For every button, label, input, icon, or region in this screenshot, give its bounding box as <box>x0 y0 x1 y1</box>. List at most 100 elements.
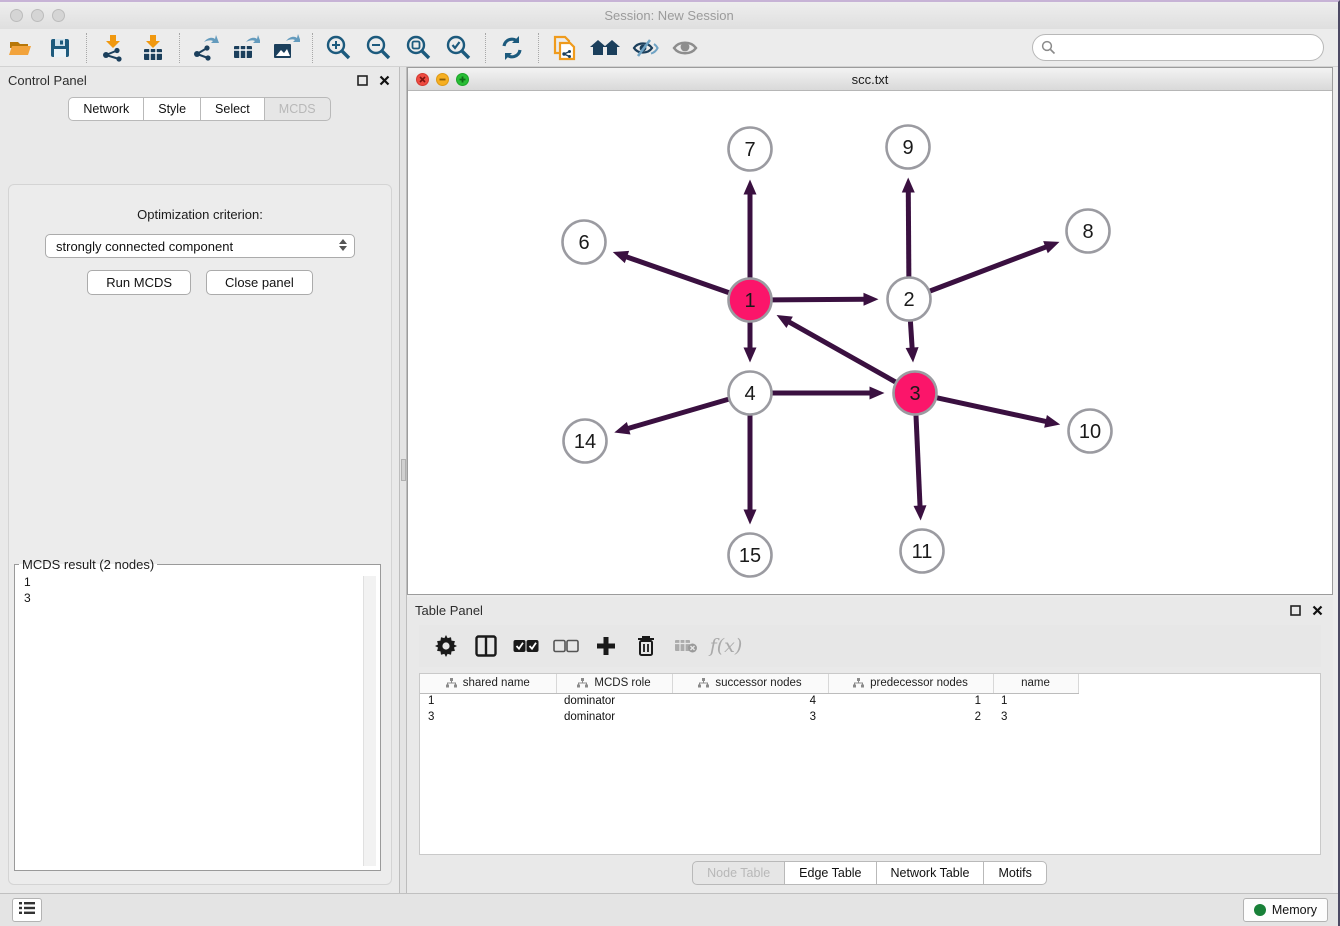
graph-node-label-6: 6 <box>578 232 589 254</box>
delete-column-icon[interactable] <box>631 631 661 661</box>
edge-3-1[interactable] <box>788 321 896 382</box>
edge-2-3[interactable] <box>910 321 912 349</box>
application-window: Session: New Session <box>0 0 1340 926</box>
graph-node-label-3: 3 <box>909 383 920 405</box>
close-panel-icon[interactable] <box>376 72 392 88</box>
function-builder-icon[interactable]: f(x) <box>711 631 741 661</box>
table-cell[interactable]: 4 <box>672 693 828 709</box>
table-cell[interactable]: 3 <box>420 709 556 725</box>
arrowhead-2-8 <box>1043 241 1059 253</box>
zoom-fit-icon[interactable] <box>399 32 439 64</box>
network-minimize-icon[interactable] <box>436 73 449 86</box>
table-cell[interactable]: 2 <box>828 709 993 725</box>
table-cell[interactable]: 1 <box>993 693 1078 709</box>
select-all-icon[interactable] <box>511 631 541 661</box>
float-table-panel-icon[interactable] <box>1287 602 1303 618</box>
export-image-icon[interactable] <box>266 32 306 64</box>
tab-select[interactable]: Select <box>200 97 265 121</box>
open-session-icon[interactable] <box>0 32 40 64</box>
tab-style[interactable]: Style <box>143 97 201 121</box>
tab-edge-table[interactable]: Edge Table <box>784 861 876 885</box>
table-cell[interactable]: 1 <box>828 693 993 709</box>
tab-network-table[interactable]: Network Table <box>876 861 985 885</box>
close-table-panel-icon[interactable] <box>1309 602 1325 618</box>
save-session-icon[interactable] <box>40 32 80 64</box>
network-canvas[interactable]: 7968124314101511 <box>408 91 1332 594</box>
close-panel-button[interactable]: Close panel <box>206 270 313 295</box>
table-panel: Table Panel <box>407 597 1333 893</box>
export-network-icon[interactable] <box>186 32 226 64</box>
split-handle[interactable] <box>401 459 406 481</box>
arrowhead-3-11 <box>913 505 926 520</box>
edge-2-8[interactable] <box>930 246 1047 291</box>
network-graph[interactable]: 7968124314101511 <box>408 91 1332 596</box>
mcds-result-item: 3 <box>17 590 378 606</box>
toolbar-separator <box>179 33 180 63</box>
edge-2-9[interactable] <box>908 190 909 276</box>
import-table-icon[interactable] <box>133 32 173 64</box>
graph-node-label-4: 4 <box>744 383 755 405</box>
edge-1-2[interactable] <box>772 299 865 300</box>
gear-icon[interactable] <box>431 631 461 661</box>
run-mcds-button[interactable]: Run MCDS <box>87 270 191 295</box>
hide-selected-eye-icon[interactable] <box>625 32 665 64</box>
arrowhead-4-15 <box>744 510 757 525</box>
node-table[interactable]: shared name MCDS role successor nodes prede… <box>420 674 1079 725</box>
table-cell[interactable]: dominator <box>556 693 672 709</box>
panel-split-divider[interactable] <box>399 67 407 893</box>
deselect-all-icon[interactable] <box>551 631 581 661</box>
export-table-icon[interactable] <box>226 32 266 64</box>
zoom-in-icon[interactable] <box>319 32 359 64</box>
refresh-layout-icon[interactable] <box>492 32 532 64</box>
delete-table-icon[interactable] <box>671 631 701 661</box>
columns-icon[interactable] <box>471 631 501 661</box>
import-network-icon[interactable] <box>93 32 133 64</box>
result-scrollbar[interactable] <box>363 576 376 866</box>
edge-4-14[interactable] <box>627 399 729 429</box>
show-all-eye-icon[interactable] <box>665 32 705 64</box>
table-cell[interactable]: 3 <box>672 709 828 725</box>
optimization-criterion-value: strongly connected component <box>56 239 233 254</box>
column-header-shared-name[interactable]: shared name <box>420 674 556 693</box>
table-row[interactable]: 3dominator323 <box>420 709 1078 725</box>
column-header-label: successor nodes <box>715 677 801 689</box>
tab-node-table[interactable]: Node Table <box>692 861 785 885</box>
network-window-titlebar[interactable]: scc.txt <box>408 68 1332 91</box>
zoom-out-icon[interactable] <box>359 32 399 64</box>
task-history-button[interactable] <box>12 898 42 922</box>
zoom-selected-icon[interactable] <box>439 32 479 64</box>
graph-node-label-9: 9 <box>902 137 913 159</box>
edge-1-6[interactable] <box>625 256 729 292</box>
table-cell[interactable]: 3 <box>993 709 1078 725</box>
tab-mcds[interactable]: MCDS <box>264 97 331 121</box>
edge-3-10[interactable] <box>937 398 1048 422</box>
home-view-icon[interactable] <box>585 32 625 64</box>
column-header-MCDS-role[interactable]: MCDS role <box>556 674 672 693</box>
network-maximize-icon[interactable] <box>456 73 469 86</box>
clone-network-view-icon[interactable] <box>545 32 585 64</box>
optimization-criterion-select[interactable]: strongly connected component <box>45 234 355 258</box>
add-column-icon[interactable] <box>591 631 621 661</box>
memory-button[interactable]: Memory <box>1243 898 1328 922</box>
column-header-name[interactable]: name <box>993 674 1078 693</box>
column-header-label: shared name <box>463 677 530 689</box>
tab-network[interactable]: Network <box>68 97 144 121</box>
table-cell[interactable]: 1 <box>420 693 556 709</box>
column-header-label: MCDS role <box>594 677 650 689</box>
edge-3-11[interactable] <box>916 415 920 507</box>
window-titlebar: Session: New Session <box>0 2 1338 29</box>
column-type-icon <box>698 678 709 688</box>
search-input[interactable] <box>1032 34 1324 61</box>
float-panel-icon[interactable] <box>354 72 370 88</box>
arrowhead-3-10 <box>1044 415 1060 428</box>
network-close-icon[interactable] <box>416 73 429 86</box>
memory-status-icon <box>1254 904 1266 916</box>
column-header-successor-nodes[interactable]: successor nodes <box>672 674 828 693</box>
control-panel: Control Panel Network Style Select MCDS … <box>0 67 400 893</box>
network-view-window: scc.txt 7968124314101511 <box>407 67 1333 595</box>
table-cell[interactable]: dominator <box>556 709 672 725</box>
table-row[interactable]: 1dominator411 <box>420 693 1078 709</box>
column-header-predecessor-nodes[interactable]: predecessor nodes <box>828 674 993 693</box>
tab-motifs[interactable]: Motifs <box>983 861 1046 885</box>
network-window-title: scc.txt <box>408 72 1332 87</box>
